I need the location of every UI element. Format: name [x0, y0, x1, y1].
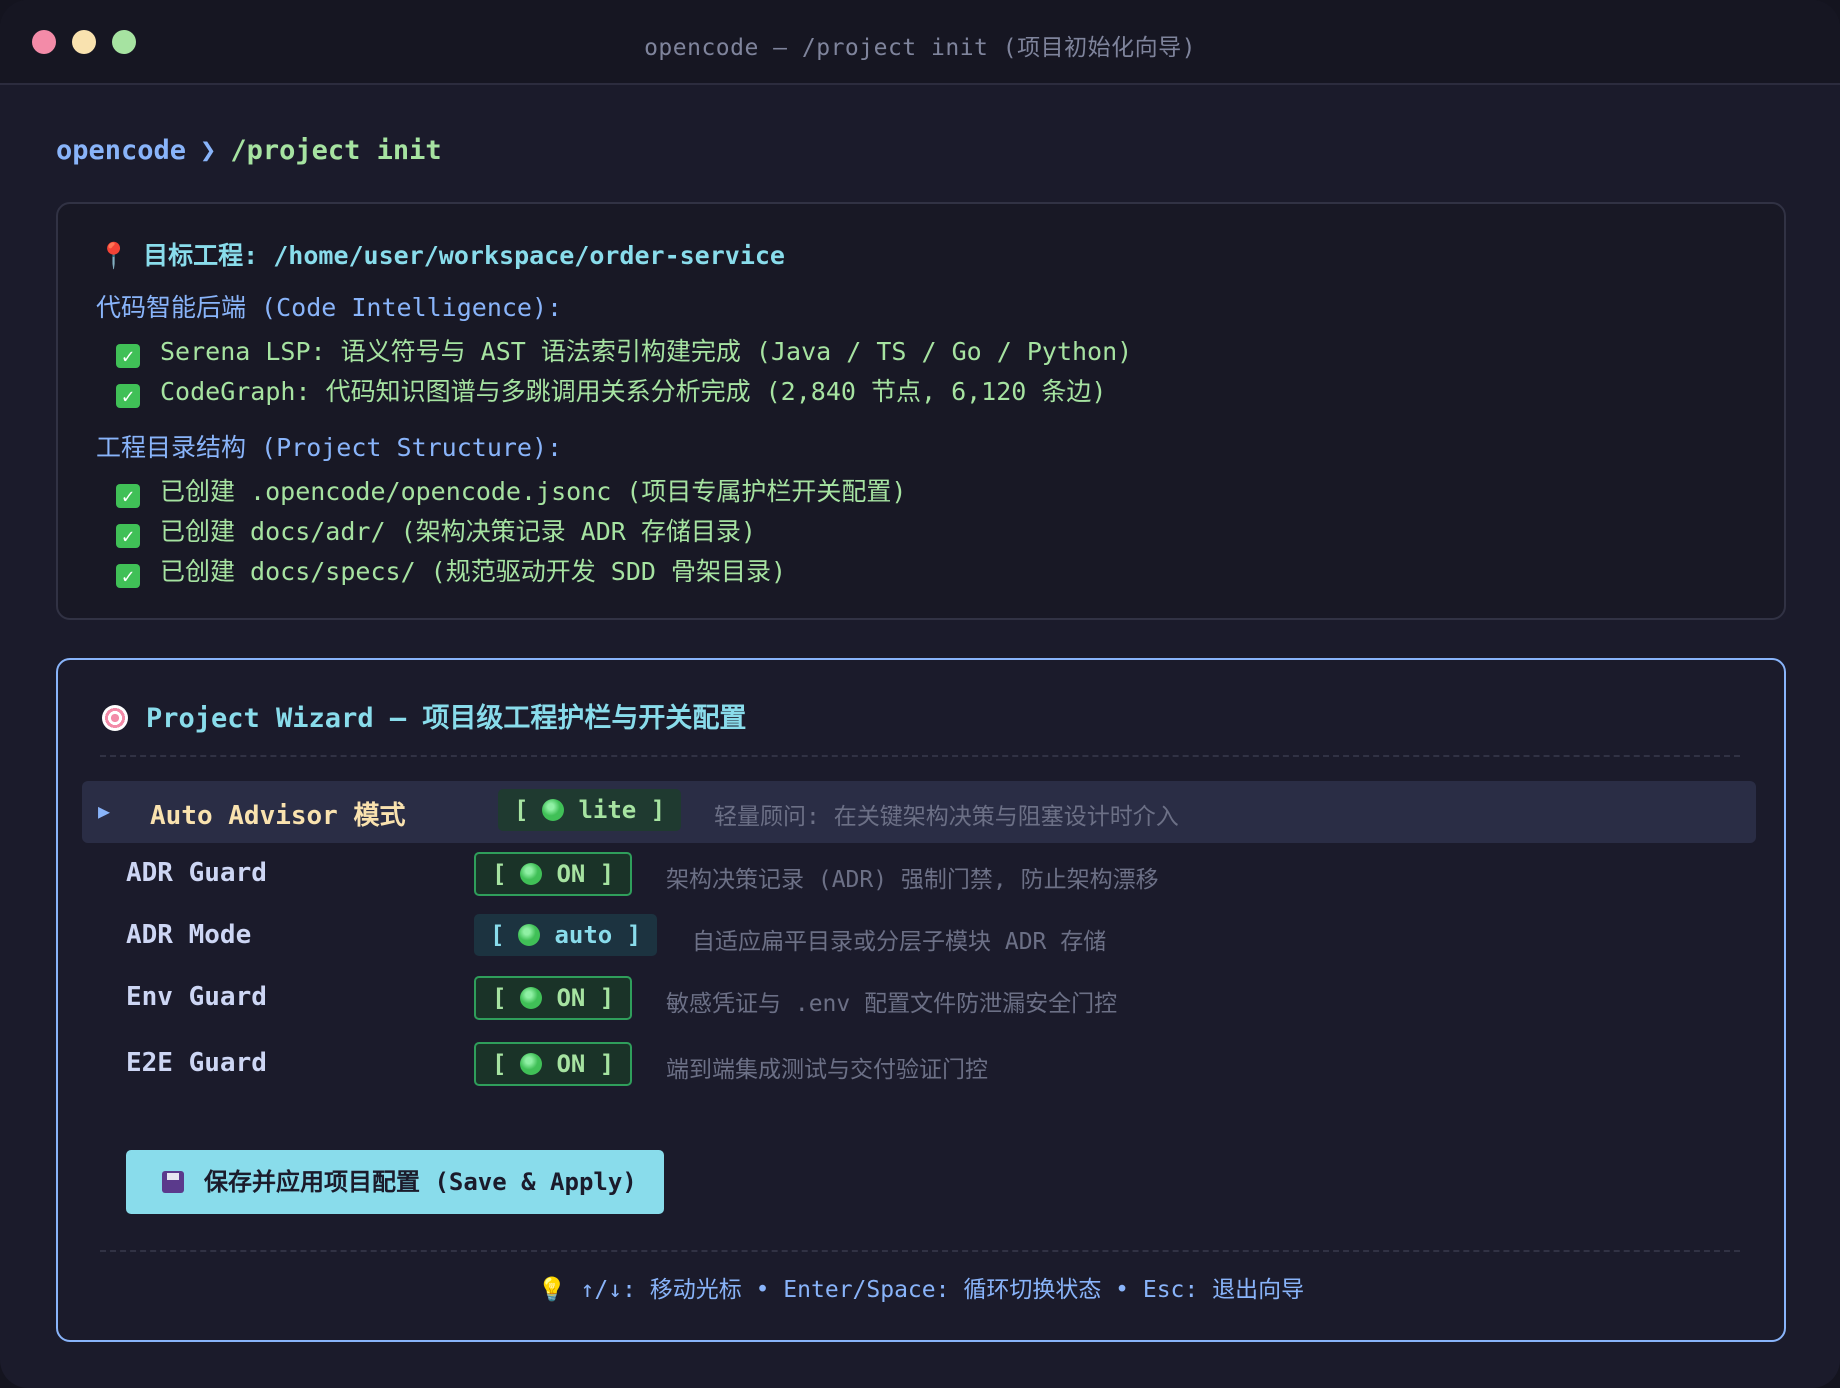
option-label: E2E Guard: [126, 1048, 267, 1078]
list-item: ✓ 已创建 docs/specs/ (规范驱动开发 SDD 骨架目录): [116, 552, 786, 588]
checkbox-checked-icon: ✓: [116, 564, 140, 588]
option-description: 自适应扁平目录或分层子模块 ADR 存储: [692, 929, 1107, 955]
option-description: 架构决策记录 (ADR) 强制门禁, 防止架构漂移: [666, 867, 1159, 893]
prompt-app-name: opencode: [56, 135, 187, 166]
status-dot-icon: [520, 863, 543, 885]
structure-item-label: 已创建 .opencode/opencode.jsonc (项目专属护栏开关配置…: [160, 477, 907, 506]
list-item: ✓ CodeGraph: 代码知识图谱与多跳调用关系分析完成 (2,840 节点,…: [116, 372, 1106, 408]
list-item: ✓ 已创建 docs/adr/ (架构决策记录 ADR 存储目录): [116, 512, 756, 548]
prompt-command: /project init: [230, 135, 442, 166]
option-env-guard[interactable]: Env Guard [ON ] 敏感凭证与 .env 配置文件防泄漏安全门控: [82, 968, 1756, 1030]
option-value-toggle[interactable]: [ON ]: [474, 852, 633, 896]
option-value-toggle[interactable]: [lite ]: [498, 789, 682, 831]
list-item: ✓ 已创建 .opencode/opencode.jsonc (项目专属护栏开关配…: [116, 472, 906, 508]
title-bar: opencode — /project init (项目初始化向导): [0, 0, 1840, 85]
option-description: 端到端集成测试与交付验证门控: [666, 1057, 988, 1083]
pin-icon: 📍: [98, 241, 130, 270]
option-adr-guard[interactable]: ADR Guard [ON ] 架构决策记录 (ADR) 强制门禁, 防止架构漂…: [82, 844, 1756, 906]
option-value-toggle[interactable]: [auto ]: [474, 914, 658, 956]
code-intel-item-label: CodeGraph: 代码知识图谱与多跳调用关系分析完成 (2,840 节点, …: [160, 377, 1107, 406]
option-label: Auto Advisor 模式: [150, 801, 406, 831]
floppy-disk-icon: [162, 1171, 184, 1193]
keyboard-hint: 💡 ↑/↓: 移动光标 • Enter/Space: 循环切换状态 • Esc: …: [58, 1270, 1784, 1304]
command-prompt: opencode ❯ /project init: [56, 135, 442, 166]
code-intel-item-label: Serena LSP: 语义符号与 AST 语法索引构建完成 (Java / T…: [160, 337, 1133, 366]
terminal-window: opencode — /project init (项目初始化向导) openc…: [0, 0, 1840, 1388]
checkbox-checked-icon: ✓: [116, 344, 140, 368]
checkbox-checked-icon: ✓: [116, 484, 140, 508]
prompt-arrow-icon: ❯: [200, 135, 217, 166]
window-title: opencode — /project init (项目初始化向导): [644, 35, 1196, 61]
checkbox-checked-icon: ✓: [116, 384, 140, 408]
wizard-title: Project Wizard — 项目级工程护栏与开关配置: [102, 696, 746, 735]
divider: [100, 1250, 1740, 1252]
project-wizard-panel: Project Wizard — 项目级工程护栏与开关配置 ▶ Auto Adv…: [56, 658, 1786, 1342]
lightbulb-icon: 💡: [537, 1277, 567, 1303]
status-dot-icon: [542, 799, 565, 821]
option-value: ON: [556, 860, 586, 888]
option-label: ADR Guard: [126, 858, 267, 888]
option-value-toggle[interactable]: [ON ]: [474, 1042, 633, 1086]
option-value-toggle[interactable]: [ON ]: [474, 976, 633, 1020]
save-apply-label: 保存并应用项目配置 (Save & Apply): [204, 1168, 637, 1196]
option-value: ON: [556, 1050, 586, 1078]
target-icon: [102, 705, 128, 731]
init-summary-panel: 📍 目标工程: /home/user/workspace/order-servic…: [56, 202, 1786, 620]
option-label: ADR Mode: [126, 920, 252, 950]
cursor-caret-icon: ▶: [98, 799, 111, 823]
option-description: 敏感凭证与 .env 配置文件防泄漏安全门控: [666, 991, 1118, 1017]
option-adr-mode[interactable]: ADR Mode [auto ] 自适应扁平目录或分层子模块 ADR 存储: [82, 906, 1756, 968]
save-apply-button[interactable]: 保存并应用项目配置 (Save & Apply): [126, 1150, 664, 1214]
structure-item-label: 已创建 docs/specs/ (规范驱动开发 SDD 骨架目录): [160, 557, 787, 586]
wizard-title-text: Project Wizard — 项目级工程护栏与开关配置: [146, 703, 747, 734]
code-intel-title: 代码智能后端 (Code Intelligence):: [96, 293, 563, 322]
option-value: auto: [554, 921, 613, 949]
structure-item-label: 已创建 docs/adr/ (架构决策记录 ADR 存储目录): [160, 517, 756, 546]
option-auto-advisor[interactable]: ▶ Auto Advisor 模式 [lite ] 轻量顾问: 在关键架构决策与…: [82, 781, 1756, 843]
option-value: ON: [556, 984, 586, 1012]
option-label: Env Guard: [126, 982, 267, 1012]
option-value: lite: [578, 796, 637, 824]
option-e2e-guard[interactable]: E2E Guard [ON ] 端到端集成测试与交付验证门控: [82, 1034, 1756, 1096]
option-description: 轻量顾问: 在关键架构决策与阻塞设计时介入: [714, 804, 1179, 830]
structure-title: 工程目录结构 (Project Structure):: [96, 433, 563, 462]
status-dot-icon: [520, 1053, 543, 1075]
keyboard-hint-text: ↑/↓: 移动光标 • Enter/Space: 循环切换状态 • Esc: 退…: [580, 1277, 1305, 1303]
target-project-label: 目标工程: /home/user/workspace/order-service: [143, 241, 785, 270]
divider: [100, 755, 1740, 757]
list-item: ✓ Serena LSP: 语义符号与 AST 语法索引构建完成 (Java / …: [116, 332, 1132, 368]
checkbox-checked-icon: ✓: [116, 524, 140, 548]
status-dot-icon: [518, 924, 541, 946]
status-dot-icon: [520, 987, 543, 1009]
target-project: 📍 目标工程: /home/user/workspace/order-servic…: [98, 236, 785, 272]
